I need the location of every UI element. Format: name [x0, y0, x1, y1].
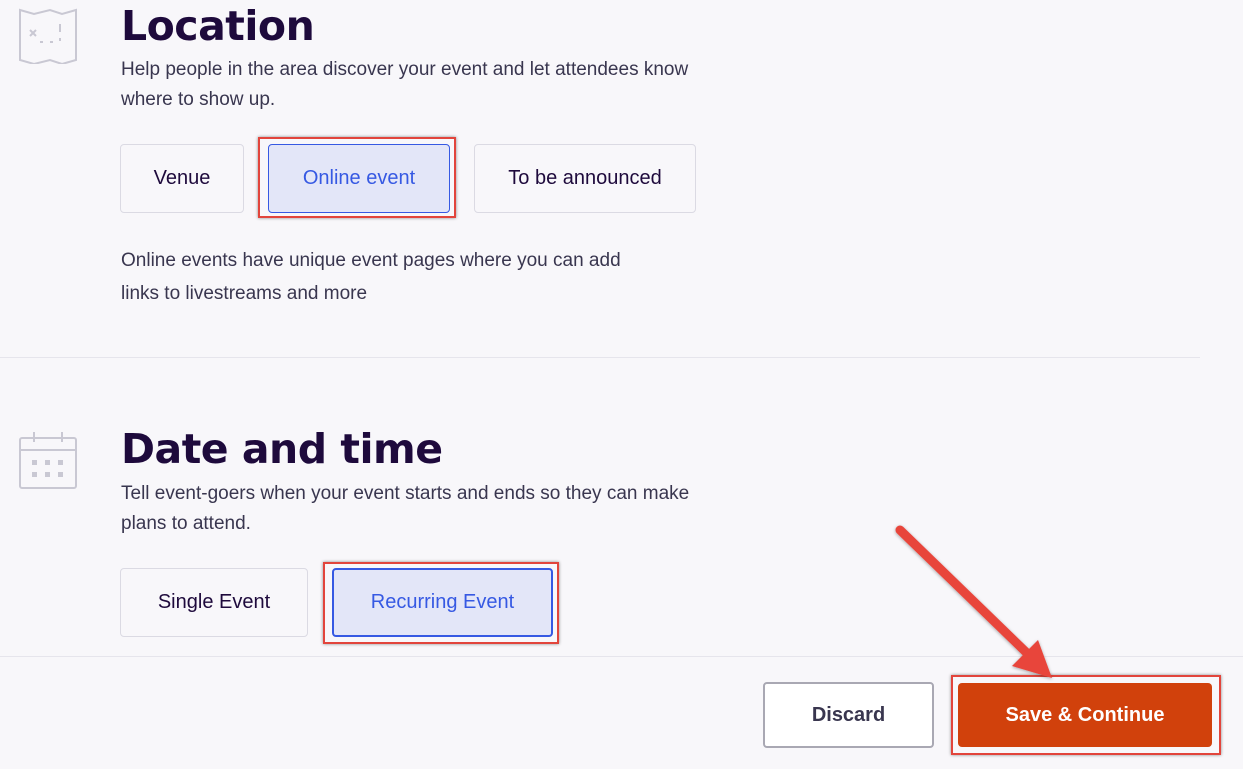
annotation-arrow-icon: [880, 520, 1070, 695]
online-event-note-line2: links to livestreams and more: [121, 283, 368, 304]
location-title: Location: [121, 2, 315, 50]
recurring-event-option-button[interactable]: Recurring Event: [332, 568, 553, 637]
date-time-description: Tell event-goers when your event starts …: [121, 479, 689, 539]
single-event-option-button[interactable]: Single Event: [120, 568, 308, 637]
date-time-title: Date and time: [121, 425, 443, 473]
section-divider: [0, 357, 1200, 358]
location-description-line2: where to show up.: [121, 89, 276, 110]
date-time-description-line2: plans to attend.: [121, 513, 251, 534]
date-time-description-line1: Tell event-goers when your event starts …: [121, 483, 690, 504]
calendar-icon: [18, 430, 78, 495]
to-be-announced-option-button[interactable]: To be announced: [474, 144, 696, 213]
online-event-note-line1: Online events have unique event pages wh…: [121, 250, 621, 271]
location-description: Help people in the area discover your ev…: [121, 55, 688, 115]
online-event-option-button[interactable]: Online event: [268, 144, 450, 213]
online-event-note: Online events have unique event pages wh…: [121, 244, 621, 310]
venue-option-button[interactable]: Venue: [120, 144, 244, 213]
location-description-line1: Help people in the area discover your ev…: [121, 59, 689, 80]
map-icon: [18, 8, 78, 69]
